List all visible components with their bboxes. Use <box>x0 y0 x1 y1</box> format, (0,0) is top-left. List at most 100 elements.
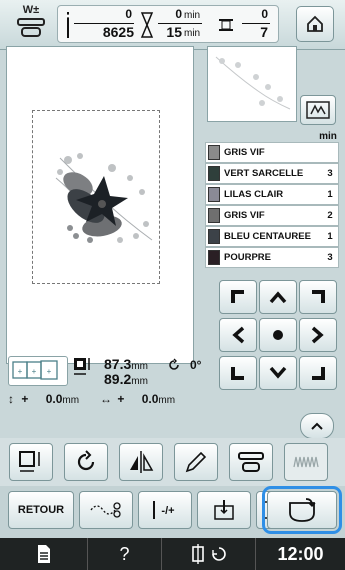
thread-row[interactable]: BLEU CENTAUREE 1 <box>205 226 339 247</box>
embroidery-pattern-image <box>55 153 153 243</box>
thread-row[interactable]: LILAS CLAIR 1 <box>205 184 339 205</box>
collapse-toolbar-button[interactable] <box>300 413 334 439</box>
clock: 12:00 <box>256 538 345 570</box>
resize-icon <box>19 451 40 472</box>
double-chevron-up-icon <box>311 422 323 430</box>
color-current: 0 <box>261 7 268 21</box>
pencil-icon <box>185 451 207 473</box>
thread-swatch <box>208 250 220 265</box>
mirror-button[interactable] <box>119 443 163 481</box>
corner-top-right-icon <box>312 290 325 303</box>
svg-text:-/+: -/+ <box>161 505 174 517</box>
rotate-icon <box>169 358 179 370</box>
jump-stitch-cut-button[interactable] <box>79 491 133 529</box>
manual-document-icon <box>37 545 50 563</box>
stitch-time-color-counter: 0 8625 0 min 15 min 0 7 <box>57 5 279 43</box>
move-up-left-button[interactable] <box>219 280 257 314</box>
svg-text:+: + <box>47 367 52 376</box>
settings-presser-icon <box>191 544 226 564</box>
thread-tension-edit-button[interactable] <box>229 443 273 481</box>
pattern-width: 87.3mm <box>104 356 148 372</box>
offset-x-readout: ↔ + 0.0mm <box>100 392 176 406</box>
thread-minutes: 3 <box>327 252 333 263</box>
help-icon: ? <box>119 543 130 564</box>
thread-name: BLEU CENTAUREE <box>224 231 311 242</box>
needle-icon <box>66 12 70 38</box>
thread-tension-label: W± <box>22 4 40 16</box>
thread-row[interactable]: POURPRE 3 <box>205 247 339 268</box>
thread-minutes: 1 <box>327 231 333 242</box>
time-current-unit: min <box>184 10 201 21</box>
thread-minutes: 3 <box>327 168 333 179</box>
thread-name: POURPRE <box>224 252 271 263</box>
hoop-size-button[interactable]: + + + <box>8 356 68 386</box>
move-down-button[interactable] <box>259 356 297 390</box>
chevron-right-icon <box>311 326 324 344</box>
thread-swatch <box>208 145 220 160</box>
time-current: 0 <box>175 7 182 21</box>
thread-row[interactable]: GRIS VIF 2 <box>205 205 339 226</box>
starting-point-button[interactable] <box>197 491 251 529</box>
horizontal-arrows-icon: ↔ <box>100 392 112 406</box>
corner-top-left-icon <box>231 290 244 303</box>
thread-swatch <box>208 166 220 181</box>
hoop-frames-icon: + + + <box>12 360 58 380</box>
chevron-up-icon <box>269 291 287 304</box>
thread-row[interactable]: VERT SARCELLE 3 <box>205 163 339 184</box>
thread-swatch <box>208 208 220 223</box>
clock-time: 12:00 <box>277 543 324 564</box>
thread-row[interactable]: GRIS VIF <box>205 142 339 163</box>
density-button[interactable] <box>284 443 328 481</box>
thread-name: GRIS VIF <box>224 210 265 221</box>
edit-pencil-button[interactable] <box>174 443 218 481</box>
thread-name: VERT SARCELLE <box>224 168 304 179</box>
embroider-button[interactable] <box>262 486 342 534</box>
preview-icon <box>306 101 330 119</box>
help-button[interactable]: ? <box>88 538 162 570</box>
thumbnail-pattern-image <box>215 56 291 110</box>
bobbin-icon <box>17 18 45 37</box>
home-button[interactable] <box>296 6 334 42</box>
time-total: 15 <box>166 24 182 40</box>
thread-minutes: 1 <box>327 189 333 200</box>
move-right-button[interactable] <box>299 318 337 352</box>
offset-y-readout: ↕ + 0.0mm <box>8 392 80 406</box>
chevron-left-icon <box>232 326 245 344</box>
rotate-button[interactable] <box>64 443 108 481</box>
time-total-unit: min <box>184 28 201 39</box>
density-icon <box>293 456 319 468</box>
stitch-forward-back-button[interactable]: -/+ <box>138 491 192 529</box>
home-icon <box>307 15 323 32</box>
zoom-preview-button[interactable] <box>300 95 336 125</box>
mirror-icon <box>130 451 154 473</box>
stitch-count-current: 0 <box>125 7 132 21</box>
rotation-angle: 0° <box>190 358 202 372</box>
stitch-count-total: 8625 <box>102 24 134 40</box>
retour-label: RETOUR <box>17 504 65 516</box>
pattern-size-icon <box>74 358 90 375</box>
move-left-button[interactable] <box>219 318 257 352</box>
thread-tension-button[interactable]: W± <box>14 4 48 44</box>
move-up-right-button[interactable] <box>299 280 337 314</box>
hourglass-icon <box>140 12 154 38</box>
needle-plus-minus-icon: -/+ <box>153 501 175 519</box>
thread-name: GRIS VIF <box>224 147 265 158</box>
move-up-button[interactable] <box>259 280 297 314</box>
thread-swatch <box>208 187 220 202</box>
move-center-button[interactable] <box>259 318 297 352</box>
rotate-icon <box>77 450 95 471</box>
svg-text:+: + <box>18 367 23 376</box>
thread-swatch <box>208 229 220 244</box>
corner-bottom-left-icon <box>231 367 244 380</box>
thread-color-list: GRIS VIF VERT SARCELLE 3 LILAS CLAIR 1 G… <box>205 142 339 268</box>
move-down-right-button[interactable] <box>299 356 337 390</box>
manual-button[interactable] <box>0 538 88 570</box>
spool-icon <box>219 19 233 31</box>
pocket-embroider-icon <box>289 498 316 522</box>
settings-button[interactable] <box>162 538 256 570</box>
retour-button[interactable]: RETOUR <box>8 491 74 529</box>
move-down-left-button[interactable] <box>219 356 257 390</box>
color-total: 7 <box>260 24 268 40</box>
resize-button[interactable] <box>9 443 53 481</box>
bobbin-icon <box>238 452 264 472</box>
